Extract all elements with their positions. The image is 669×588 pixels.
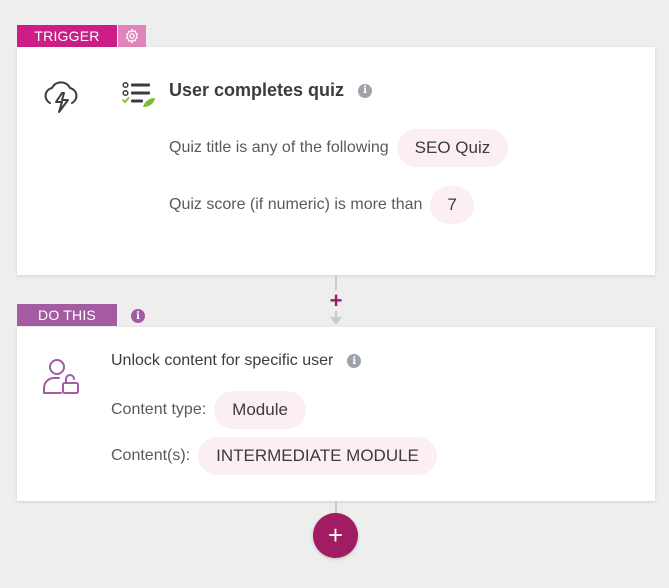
contents-value-pill[interactable]: INTERMEDIATE MODULE [198,437,437,475]
quiz-checklist-icon [122,81,155,107]
action-field-content-type: Content type: Module [111,391,306,429]
connector-arrow-icon [330,317,342,325]
add-action-button[interactable]: + [313,513,358,558]
condition-label: Quiz title is any of the following [169,139,389,156]
add-step-inline-button[interactable]: + [325,288,347,313]
action-card: Unlock content for specific user i Conte… [17,327,655,501]
trigger-card: User completes quiz i Quiz title is any … [17,47,655,275]
quiz-title-value-pill[interactable]: SEO Quiz [396,129,509,167]
lightning-icon [44,81,78,113]
field-label: Content type: [111,401,207,418]
trigger-condition-title: Quiz title is any of the following SEO Q… [169,129,509,167]
action-title: Unlock content for specific user [111,352,334,369]
condition-label: Quiz score (if numeric) is more than [169,196,423,213]
action-info-icon[interactable]: i [347,354,362,368]
trigger-title-row: User completes quiz i [169,80,373,101]
trigger-condition-score: Quiz score (if numeric) is more than 7 [169,186,474,224]
field-label: Content(s): [111,447,191,464]
gear-icon [125,28,139,44]
action-field-contents: Content(s): INTERMEDIATE MODULE [111,437,437,475]
trigger-tag: TRIGGER [17,25,117,47]
user-lock-icon [43,359,79,394]
action-tag: DO THIS [17,304,117,326]
quiz-score-value-pill[interactable]: 7 [430,186,474,224]
content-type-value-pill[interactable]: Module [214,391,306,429]
trigger-info-icon[interactable]: i [358,83,373,98]
action-tag-info-icon[interactable]: i [131,309,145,323]
trigger-settings-button[interactable] [118,25,146,47]
action-title-row: Unlock content for specific user i [111,352,362,370]
trigger-title: User completes quiz [169,80,345,100]
